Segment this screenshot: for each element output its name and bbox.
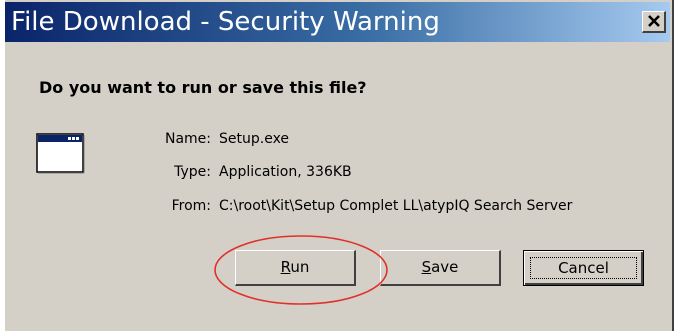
- save-button[interactable]: Save: [380, 250, 501, 286]
- security-warning-dialog: File Download - Security Warning Do you …: [4, 0, 674, 331]
- name-value: Setup.exe: [219, 131, 290, 147]
- run-label-rest: un: [290, 258, 310, 276]
- from-value: C:\root\Kit\Setup Complet LL\atypIQ Sear…: [219, 198, 573, 214]
- run-button[interactable]: Run: [235, 250, 356, 286]
- cancel-button[interactable]: Cancel: [523, 250, 644, 286]
- name-label: Name:: [164, 131, 211, 147]
- application-window-icon: [36, 133, 85, 174]
- type-value: Application, 336KB: [219, 164, 352, 180]
- close-button[interactable]: [642, 11, 666, 33]
- save-label-rest: ave: [431, 258, 459, 276]
- window-title: File Download - Security Warning: [11, 7, 440, 37]
- close-icon: [648, 15, 660, 27]
- title-bar[interactable]: File Download - Security Warning: [5, 2, 670, 42]
- type-label: Type:: [174, 164, 211, 180]
- from-label: From:: [171, 198, 211, 214]
- focus-rectangle: [530, 257, 637, 279]
- dialog-question: Do you want to run or save this file?: [39, 78, 367, 97]
- save-mnemonic: S: [421, 258, 432, 276]
- run-mnemonic: R: [280, 258, 291, 276]
